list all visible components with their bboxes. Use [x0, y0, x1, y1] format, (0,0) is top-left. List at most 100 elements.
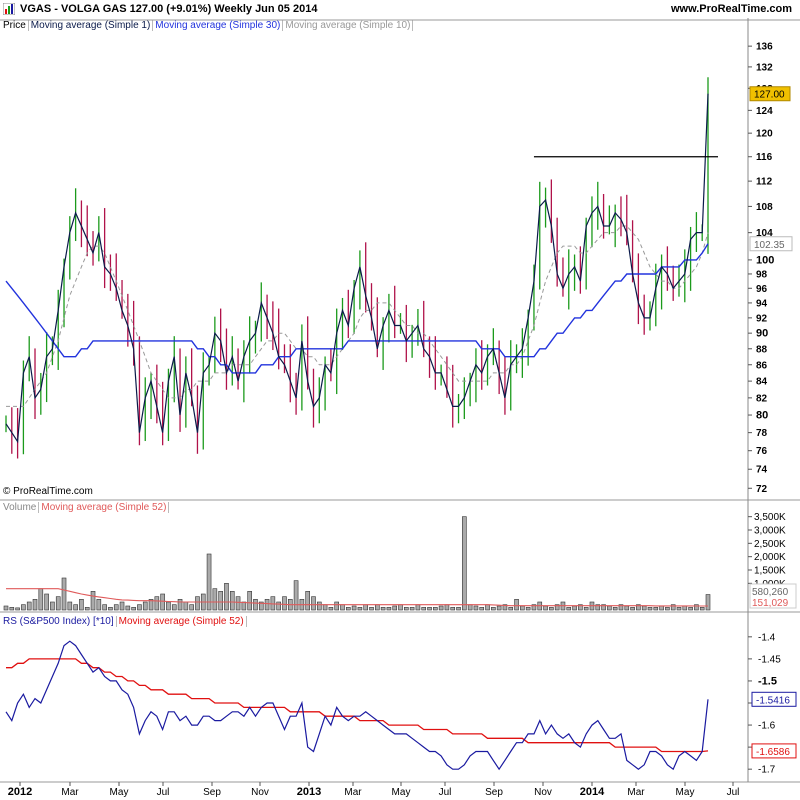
stock-chart[interactable]: 1361321281241201161121081041009896949290… — [0, 0, 800, 800]
volume-bar — [438, 605, 444, 611]
volume-tick-label: 3,000K — [754, 526, 786, 537]
volume-bar — [543, 605, 548, 611]
ma1-line — [5, 93, 709, 444]
volume-bar — [572, 605, 577, 611]
volume-bar — [21, 604, 26, 611]
volume-bar — [212, 588, 218, 611]
price-tick-label: 108 — [756, 202, 773, 213]
time-tick-label: Mar — [61, 787, 79, 798]
time-tick-label: May — [110, 787, 129, 798]
time-tick-label: Nov — [534, 787, 552, 798]
volume-bar — [247, 591, 252, 611]
time-tick-label: Sep — [203, 787, 221, 798]
rs-tick-label: -1.45 — [758, 654, 781, 665]
time-tick-label: May — [392, 787, 411, 798]
volume-bar — [404, 607, 409, 611]
volume-tick-label: 2,500K — [754, 539, 786, 550]
volume-bar — [322, 604, 328, 611]
volume-bar — [653, 607, 659, 611]
volume-bar — [73, 604, 78, 611]
volume-bar — [496, 605, 502, 611]
price-tick-label: 112 — [756, 177, 773, 188]
volume-bar — [491, 607, 496, 611]
time-tick-label: Jul — [727, 787, 740, 798]
volume-bar — [131, 607, 136, 611]
time-tick-label: Jul — [157, 787, 170, 798]
rs-tick-label: -1.5 — [758, 675, 777, 687]
volume-bar — [647, 607, 653, 611]
volume-bar — [67, 601, 73, 611]
volume-bar — [276, 601, 281, 611]
volume-bar — [380, 607, 386, 611]
volume-bar — [688, 607, 693, 611]
volume-bar — [3, 605, 9, 611]
volume-bar — [241, 601, 247, 611]
price-tick-label: 96 — [756, 284, 768, 295]
volume-bar — [90, 591, 96, 611]
volume-bar — [641, 605, 647, 611]
volume-bar — [357, 607, 363, 611]
volume-bar — [345, 607, 351, 611]
volume-bar — [624, 605, 630, 611]
volume-bar — [108, 607, 113, 611]
time-tick-label: May — [676, 787, 695, 798]
rs-tick-label: -1.4 — [758, 632, 776, 643]
volume-bar — [456, 607, 461, 611]
price-tick-label: 84 — [756, 377, 768, 388]
volume-bar — [293, 580, 299, 611]
price-tick-label: 92 — [756, 313, 768, 324]
volume-bar — [189, 604, 194, 611]
price-tick-label: 86 — [756, 360, 768, 371]
volume-bar — [160, 593, 165, 611]
volume-bar — [514, 599, 519, 611]
volume-bar — [113, 604, 119, 611]
rs-tick-label: -1.7 — [758, 765, 776, 776]
volume-bar — [26, 601, 32, 611]
rs-ma-line — [6, 658, 709, 753]
price-tick-label: 82 — [756, 393, 768, 404]
volume-bar — [119, 601, 125, 611]
price-tick-label: 90 — [756, 328, 768, 340]
volume-bar — [508, 607, 514, 611]
price-tick-label: 100 — [756, 254, 774, 266]
volume-ma-line — [6, 588, 708, 607]
volume-bar — [96, 599, 102, 611]
volume-bar — [253, 599, 258, 611]
volume-bar — [444, 604, 450, 611]
volume-bar — [282, 596, 287, 611]
volume-bar — [305, 591, 310, 611]
volume-bar — [166, 601, 171, 611]
volume-bar — [195, 596, 200, 611]
volume-bar — [665, 607, 670, 611]
volume-value-label: 580,260 — [752, 587, 789, 598]
volume-bar — [229, 591, 235, 611]
time-tick-label: 2012 — [8, 786, 32, 798]
volume-bar — [415, 604, 421, 611]
volume-bar — [316, 601, 322, 611]
volume-bar — [566, 607, 572, 611]
volume-bar — [61, 577, 67, 611]
volume-bar — [421, 607, 427, 611]
volume-bar — [607, 605, 612, 611]
volume-bar — [583, 607, 589, 611]
volume-bar — [311, 596, 316, 611]
volume-bar — [235, 596, 241, 611]
price-tick-label: 80 — [756, 410, 768, 422]
volume-bar — [462, 516, 467, 611]
volume-bar — [392, 605, 398, 611]
volume-bar — [485, 604, 490, 611]
price-tick-label: 116 — [756, 152, 773, 163]
rs-tick-label: -1.6 — [758, 721, 776, 732]
volume-bar — [15, 607, 20, 611]
price-tick-label: 98 — [756, 269, 768, 280]
volume-bar — [549, 607, 554, 611]
volume-bar — [177, 599, 183, 611]
volume-tick-label: 2,000K — [754, 552, 786, 563]
price-tick-label: 76 — [756, 446, 768, 457]
ma30-value-label: 102.35 — [754, 240, 785, 251]
volume-bar — [479, 607, 485, 611]
volume-bar — [218, 591, 223, 611]
volume-bar — [682, 605, 688, 611]
volume-bar — [9, 607, 15, 611]
time-tick-label: 2014 — [580, 786, 605, 798]
